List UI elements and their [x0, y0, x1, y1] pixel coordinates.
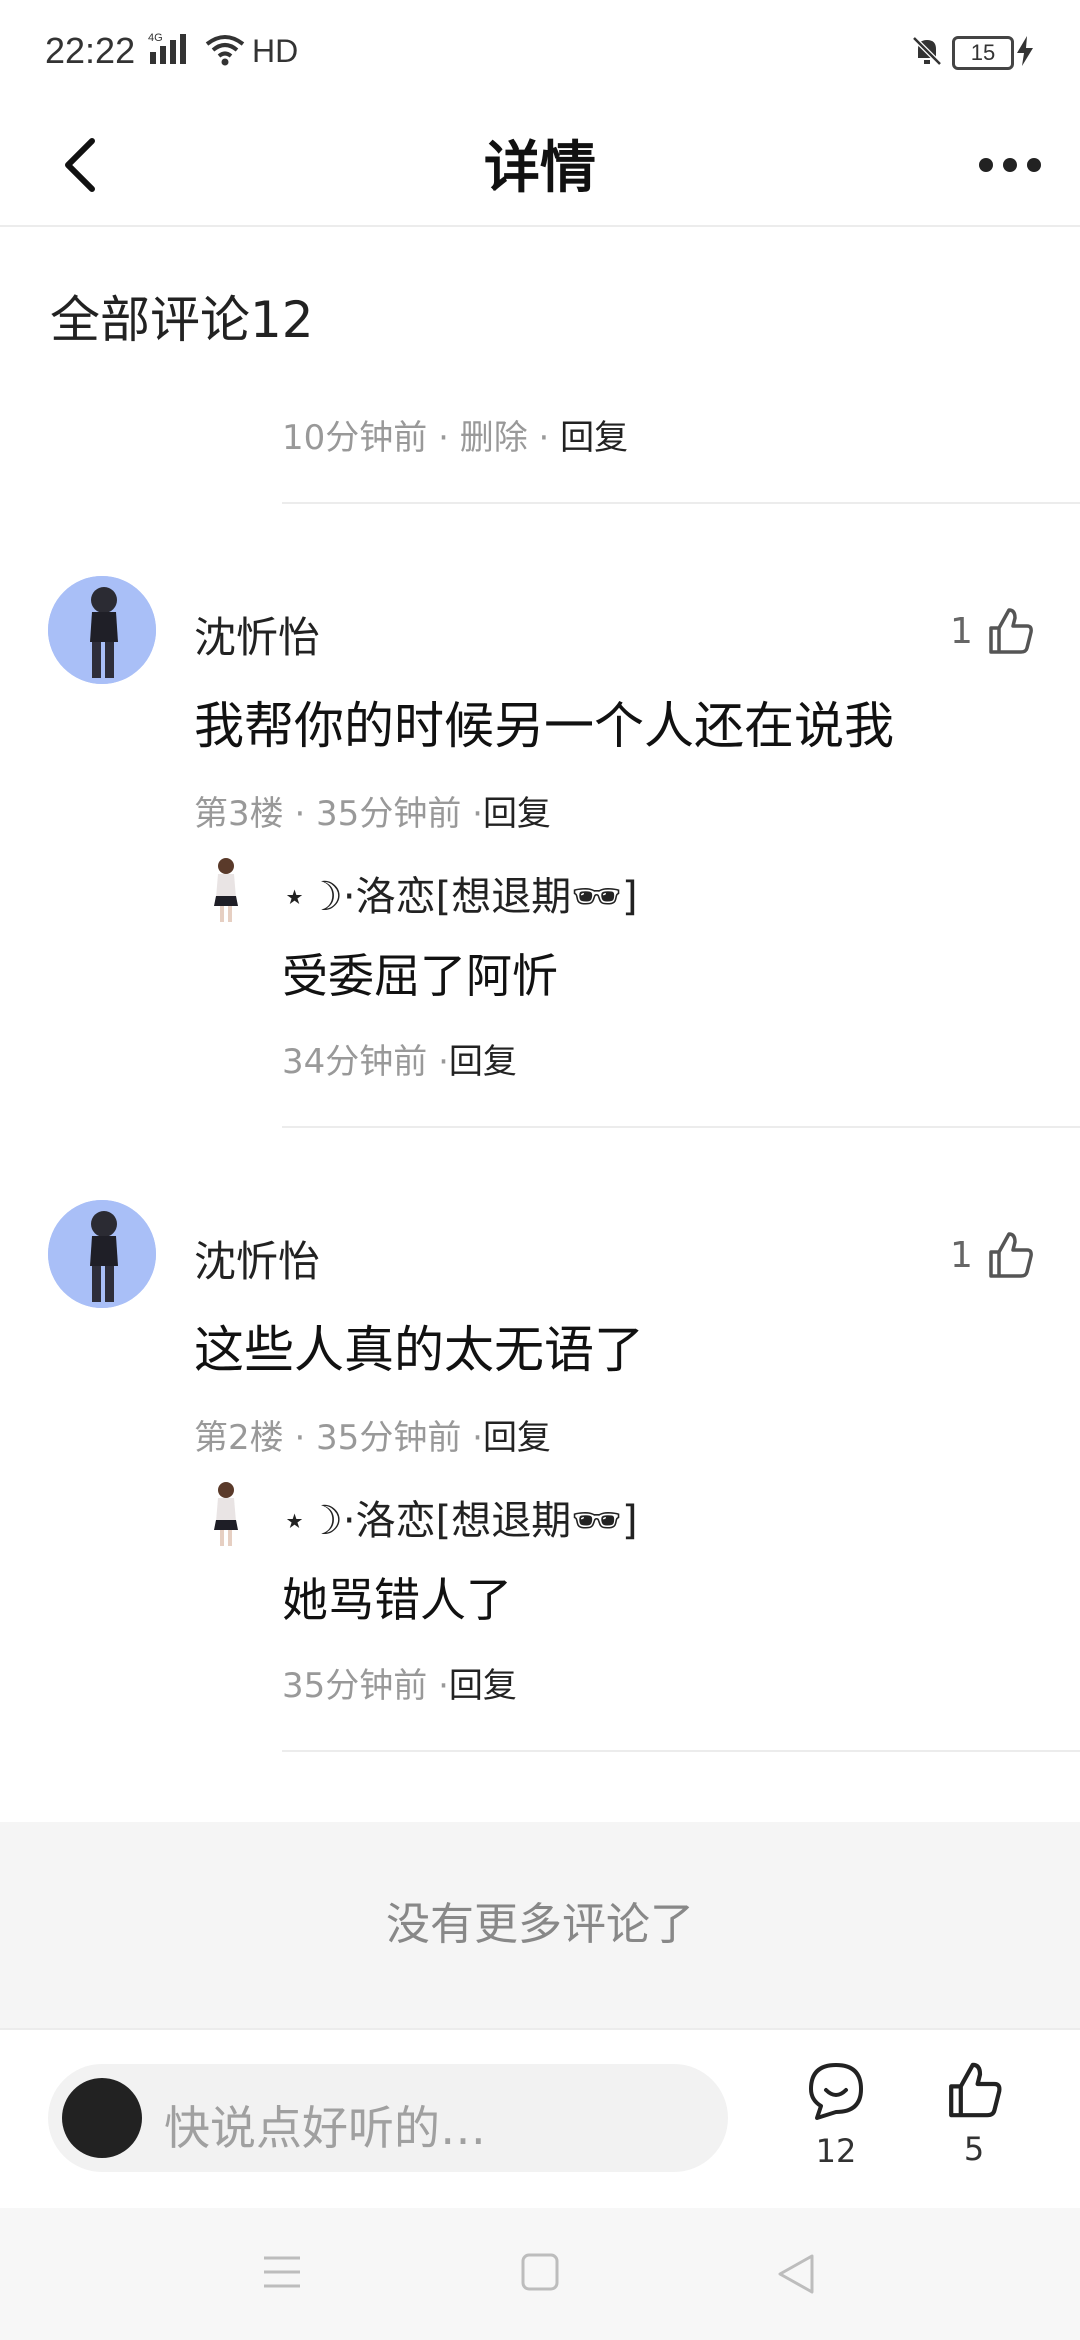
mute-bell-icon	[910, 34, 944, 72]
hd-label: HD	[252, 33, 299, 69]
delete-link[interactable]: 删除	[460, 418, 528, 458]
like-count-button[interactable]: 5	[924, 2060, 1024, 2168]
top-header: 详情	[0, 105, 1080, 227]
comment-input-placeholder: 快说点好听的…	[164, 2101, 486, 2155]
comment-like-button[interactable]: 1	[950, 606, 1035, 656]
comment-meta: 第2楼 · 35分钟前 ·回复	[194, 1410, 551, 1459]
my-avatar	[62, 2078, 142, 2158]
reply-link[interactable]: 回复	[449, 1042, 517, 1082]
comment-text: 我帮你的时候另一个人还在说我	[194, 697, 894, 755]
thumbs-up-icon	[989, 608, 1033, 654]
reply-link[interactable]: 回复	[483, 794, 551, 834]
thumbs-up-icon	[949, 2062, 1002, 2118]
separator: ·	[427, 418, 460, 458]
reply-avatar[interactable]	[198, 1478, 254, 1550]
comment-count-button[interactable]: 12	[786, 2060, 886, 2170]
more-button[interactable]	[970, 135, 1050, 195]
reply-user-name[interactable]: ⋆☽·洛恋[想退期🕶]	[282, 1488, 638, 1546]
avatar[interactable]	[48, 576, 156, 684]
wifi-icon	[205, 32, 245, 70]
like-count: 1	[950, 610, 973, 652]
status-bar: 22:22 4G HD 15	[0, 0, 1080, 105]
battery-indicator: 15	[952, 36, 1014, 70]
reply-avatar-image	[198, 854, 254, 926]
reply-link[interactable]: 回复	[560, 418, 628, 458]
like-count: 1	[950, 1234, 973, 1276]
divider	[282, 1750, 1080, 1752]
comment-user-name[interactable]: 沈忻怡	[194, 1228, 320, 1289]
more-icon-dot	[1003, 158, 1017, 172]
divider	[282, 502, 1080, 504]
comment-bubble-icon	[809, 2063, 863, 2120]
no-more-comments-area: 没有更多评论了	[0, 1822, 1080, 2028]
nav-menu-button[interactable]	[262, 2254, 302, 2294]
avatar[interactable]	[48, 1200, 156, 1308]
divider	[282, 1126, 1080, 1128]
comment-floor-time: 第2楼 · 35分钟前 ·	[194, 1418, 483, 1458]
comment-meta: 第3楼 · 35分钟前 ·回复	[194, 786, 551, 835]
reply-user-name[interactable]: ⋆☽·洛恋[想退期🕶]	[282, 864, 638, 922]
back-button[interactable]	[40, 125, 120, 205]
reply-time: 35分钟前 ·	[282, 1666, 449, 1706]
bottom-comment-bar: 快说点好听的… 12 5	[0, 2028, 1080, 2210]
menu-icon	[264, 2256, 300, 2288]
signal-icon: 4G	[148, 30, 198, 70]
avatar-image	[48, 576, 156, 684]
comment-floor-time: 第3楼 · 35分钟前 ·	[194, 794, 483, 834]
reply-link[interactable]: 回复	[483, 1418, 551, 1458]
avatar-image	[48, 1200, 156, 1308]
comment-user-name[interactable]: 沈忻怡	[194, 604, 320, 665]
comment-count: 12	[815, 2132, 857, 2170]
comment-text: 这些人真的太无语了	[194, 1321, 644, 1379]
back-arrow-icon	[65, 138, 95, 192]
partial-comment-time: 10分钟前	[282, 418, 428, 458]
like-count-total: 5	[963, 2130, 985, 2168]
comment-input[interactable]: 快说点好听的…	[48, 2064, 728, 2172]
nav-home-button[interactable]	[520, 2252, 560, 2296]
more-icon	[979, 158, 993, 172]
nav-back-button[interactable]	[776, 2252, 816, 2300]
reply-meta: 34分钟前 ·回复	[282, 1034, 517, 1083]
separator: ·	[527, 418, 561, 458]
thumbs-up-icon	[989, 1232, 1033, 1278]
no-more-comments-text: 没有更多评论了	[386, 1899, 694, 1950]
reply-link[interactable]: 回复	[449, 1666, 517, 1706]
network-label: 4G	[148, 32, 163, 44]
status-time: 22:22	[45, 30, 136, 71]
partial-comment-meta: 10分钟前 · 删除 · 回复	[282, 410, 628, 459]
page-title: 详情	[484, 136, 596, 201]
back-triangle-icon	[778, 2254, 814, 2294]
comment-like-button[interactable]: 1	[950, 1230, 1035, 1280]
more-icon-dot	[1027, 158, 1041, 172]
reply-text: 受委屈了阿忻	[282, 949, 558, 1003]
reply-text: 她骂错人了	[282, 1573, 512, 1627]
reply-meta: 35分钟前 ·回复	[282, 1658, 517, 1707]
all-comments-title: 全部评论12	[50, 291, 314, 349]
home-square-icon	[521, 2253, 559, 2291]
reply-avatar-image	[198, 1478, 254, 1550]
charging-icon	[1016, 36, 1034, 70]
system-nav-bar	[0, 2208, 1080, 2340]
reply-time: 34分钟前 ·	[282, 1042, 449, 1082]
reply-avatar[interactable]	[198, 854, 254, 926]
